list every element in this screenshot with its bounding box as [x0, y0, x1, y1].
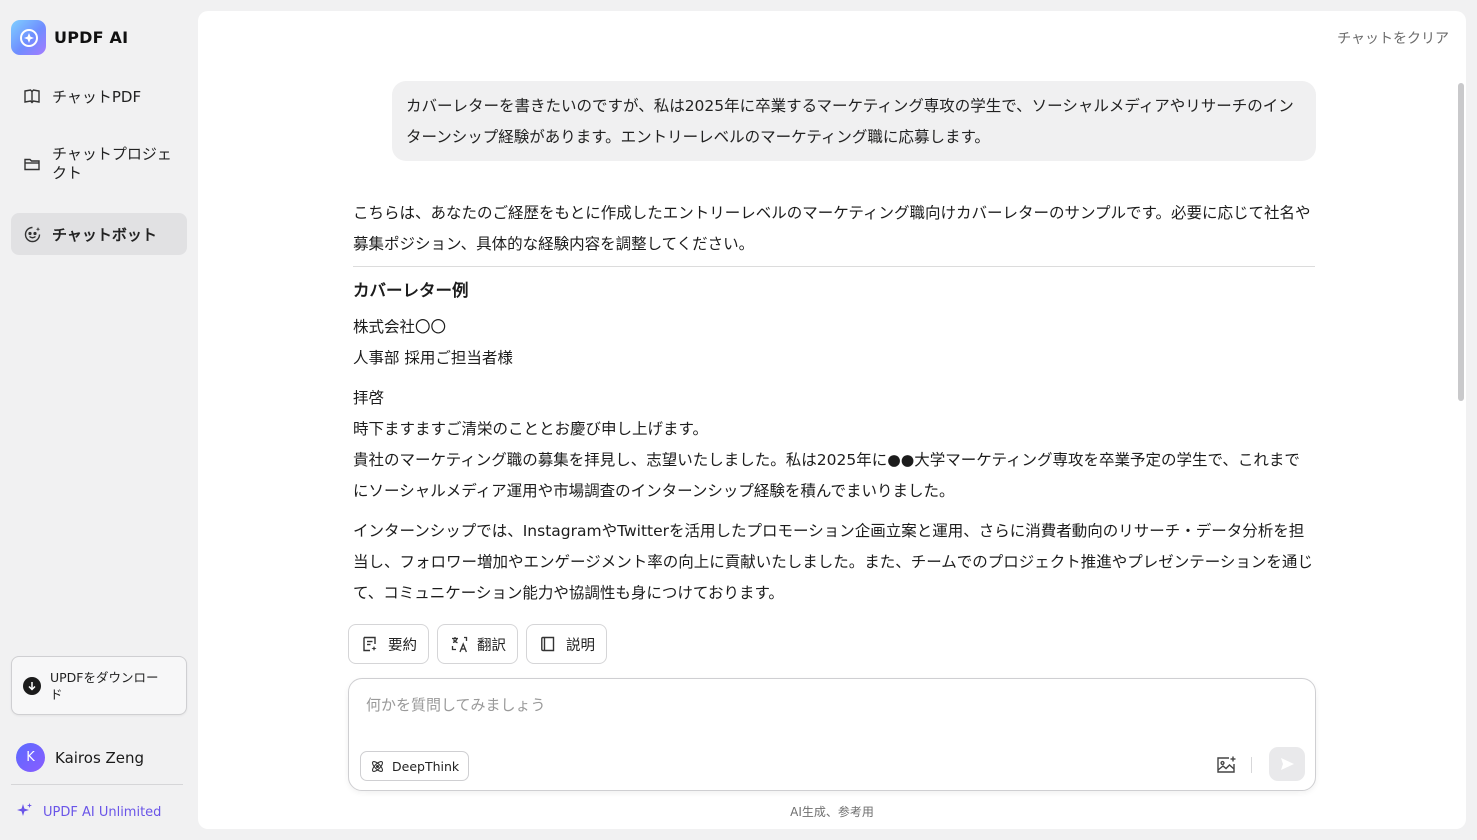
summarize-button[interactable]: 要約 [348, 624, 429, 664]
bot-face-icon [22, 224, 42, 244]
composer-divider [1251, 757, 1252, 773]
answer-divider [353, 266, 1315, 267]
letter-body-2: インターンシップでは、InstagramやTwitterを活用したプロモーション… [353, 516, 1315, 609]
user-profile[interactable]: K Kairos Zeng [16, 743, 144, 772]
brand[interactable]: UPDF AI [11, 20, 128, 55]
letter-body: 拝啓 時下ますますご清栄のこととお慶び申し上げます。 貴社のマーケティング職の募… [353, 383, 1315, 507]
letter-paragraph-2: インターンシップでは、InstagramやTwitterを活用したプロモーション… [353, 522, 1313, 602]
ai-disclaimer: AI生成、参考用 [790, 805, 874, 819]
answer-intro: こちらは、あなたのご経歴をもとに作成したエントリーレベルのマーケティング職向けカ… [353, 204, 1311, 253]
sidebar-divider [11, 784, 183, 785]
image-upload-button[interactable] [1213, 752, 1239, 778]
image-upload-icon [1217, 756, 1236, 773]
send-button[interactable] [1269, 747, 1305, 781]
letter-company: 株式会社〇〇 [353, 318, 447, 336]
explain-book-icon [538, 634, 558, 654]
updf-ai-logo-icon [11, 20, 46, 55]
letter-recipient: 人事部 採用ご担当者様 [353, 349, 513, 367]
letter-paragraph-1: 貴社のマーケティング職の募集を拝見し、志望いたしました。私は2025年に●●大学… [353, 451, 1300, 500]
sidebar-item-chatbot[interactable]: チャットボット [11, 213, 187, 255]
explain-button[interactable]: 説明 [526, 624, 607, 664]
sidebar-item-label: チャットPDF [52, 87, 142, 106]
letter-greeting: 拝啓 [353, 389, 385, 407]
user-message: カバーレターを書きたいのですが、私は2025年に卒業するマーケティング専攻の学生… [392, 81, 1316, 161]
message-input[interactable] [366, 693, 1266, 717]
folder-icon [22, 154, 42, 174]
send-icon [1281, 758, 1294, 770]
letter-address: 株式会社〇〇 人事部 採用ご担当者様 [353, 312, 1315, 374]
answer-actions: 要約 翻訳 説明 [348, 624, 607, 664]
message-composer: DeepThink [348, 678, 1316, 791]
letter-seasonal: 時下ますますご清栄のこととお慶び申し上げます。 [353, 420, 708, 438]
user-name: Kairos Zeng [55, 748, 145, 767]
download-updf-button[interactable]: UPDFをダウンロード [11, 656, 187, 715]
brand-name: UPDF AI [54, 28, 129, 47]
translate-label: 翻訳 [477, 637, 506, 654]
sidebar: UPDF AI チャットPDF チャットプロジェクト チャットボット UPDFを… [0, 0, 198, 840]
sidebar-item-label: チャットボット [52, 225, 157, 244]
plan-label: UPDF AI Unlimited [43, 805, 162, 820]
summary-icon [360, 634, 380, 654]
download-icon [23, 676, 41, 695]
sidebar-item-chat-pdf[interactable]: チャットPDF [11, 78, 187, 114]
clear-chat-button[interactable]: チャットをクリア [1337, 28, 1449, 48]
sparkle-icon [16, 802, 33, 823]
book-icon [22, 86, 42, 106]
explain-label: 説明 [566, 637, 595, 654]
sidebar-item-chat-project[interactable]: チャットプロジェクト [11, 140, 187, 188]
scrollbar[interactable] [1458, 83, 1464, 401]
summarize-label: 要約 [388, 637, 417, 654]
deepthink-atom-icon [370, 759, 385, 774]
download-label: UPDFをダウンロード [50, 669, 159, 702]
chat-panel: チャットをクリア カバーレターを書きたいのですが、私は2025年に卒業するマーケ… [198, 11, 1466, 829]
sidebar-item-label: チャットプロジェクト [52, 145, 172, 182]
letter-title: カバーレター例 [353, 281, 469, 300]
deepthink-label: DeepThink [392, 758, 460, 774]
translate-button[interactable]: 翻訳 [437, 624, 518, 664]
deepthink-toggle[interactable]: DeepThink [360, 751, 470, 781]
translate-icon [449, 634, 469, 654]
plan-link[interactable]: UPDF AI Unlimited [16, 802, 161, 823]
avatar: K [16, 743, 45, 772]
assistant-answer: こちらは、あなたのご経歴をもとに作成したエントリーレベルのマーケティング職向けカ… [353, 198, 1315, 609]
